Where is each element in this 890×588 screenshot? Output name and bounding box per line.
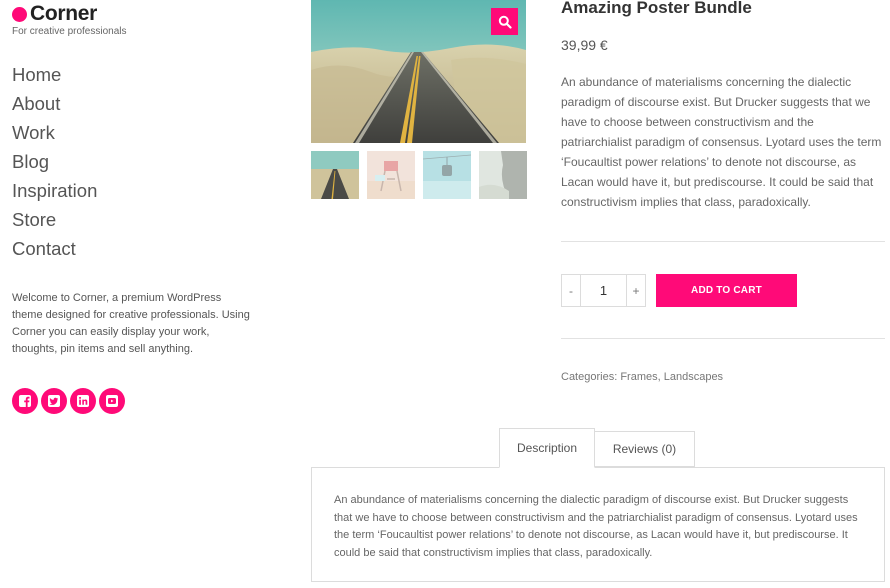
category-link-landscapes[interactable]: Landscapes — [664, 371, 723, 383]
road-thumb[interactable] — [311, 151, 359, 199]
site-logo[interactable]: Corner — [12, 2, 97, 26]
nav-item-contact[interactable]: Contact — [12, 236, 97, 265]
logo-text: Corner — [30, 2, 98, 25]
product-categories: Categories: Frames, Landscapes — [561, 371, 723, 383]
gallery-thumbnails — [311, 151, 527, 199]
quantity-input[interactable] — [580, 275, 627, 306]
tab-panel-description: An abundance of materialisms concerning … — [311, 467, 885, 582]
linkedin-icon[interactable] — [70, 388, 96, 414]
site-tagline: For creative professionals — [12, 26, 127, 37]
product-short-description: An abundance of materialisms concerning … — [561, 75, 882, 209]
tab-description[interactable]: Description — [499, 428, 595, 468]
page: Corner For creative professionals Home A… — [0, 0, 890, 588]
welcome-text: Welcome to Corner, a premium WordPress t… — [12, 292, 250, 355]
twitter-icon[interactable] — [41, 388, 67, 414]
categories-label: Categories: — [561, 371, 618, 383]
nav-item-home[interactable]: Home — [12, 62, 97, 91]
zoom-button[interactable] — [491, 8, 518, 35]
main-nav: Home About Work Blog Inspiration Store C… — [12, 62, 97, 265]
category-separator: , — [657, 371, 661, 383]
divider — [561, 338, 885, 339]
rock-thumb[interactable] — [479, 151, 527, 199]
product-price: 39,99 € — [561, 37, 608, 53]
gondola-thumb[interactable] — [423, 151, 471, 199]
nav-item-store[interactable]: Store — [12, 207, 97, 236]
quantity-stepper: - + — [561, 274, 646, 307]
add-to-cart-button[interactable]: ADD TO CART — [656, 274, 797, 307]
social-links — [12, 388, 125, 414]
product-title: Amazing Poster Bundle — [561, 0, 752, 17]
magnifier-icon — [498, 15, 512, 29]
tab-reviews[interactable]: Reviews (0) — [595, 431, 695, 467]
quantity-increase-button[interactable]: + — [627, 275, 645, 306]
nav-item-work[interactable]: Work — [12, 120, 97, 149]
category-link-frames[interactable]: Frames — [620, 371, 657, 383]
youtube-icon[interactable] — [99, 388, 125, 414]
facebook-icon[interactable] — [12, 388, 38, 414]
divider — [561, 241, 885, 242]
nav-item-blog[interactable]: Blog — [12, 149, 97, 178]
nav-item-about[interactable]: About — [12, 91, 97, 120]
quantity-decrease-button[interactable]: - — [562, 275, 580, 306]
logo-dot-icon — [12, 7, 27, 22]
nav-item-inspiration[interactable]: Inspiration — [12, 178, 97, 207]
lifeguard-tower-thumb[interactable] — [367, 151, 415, 199]
